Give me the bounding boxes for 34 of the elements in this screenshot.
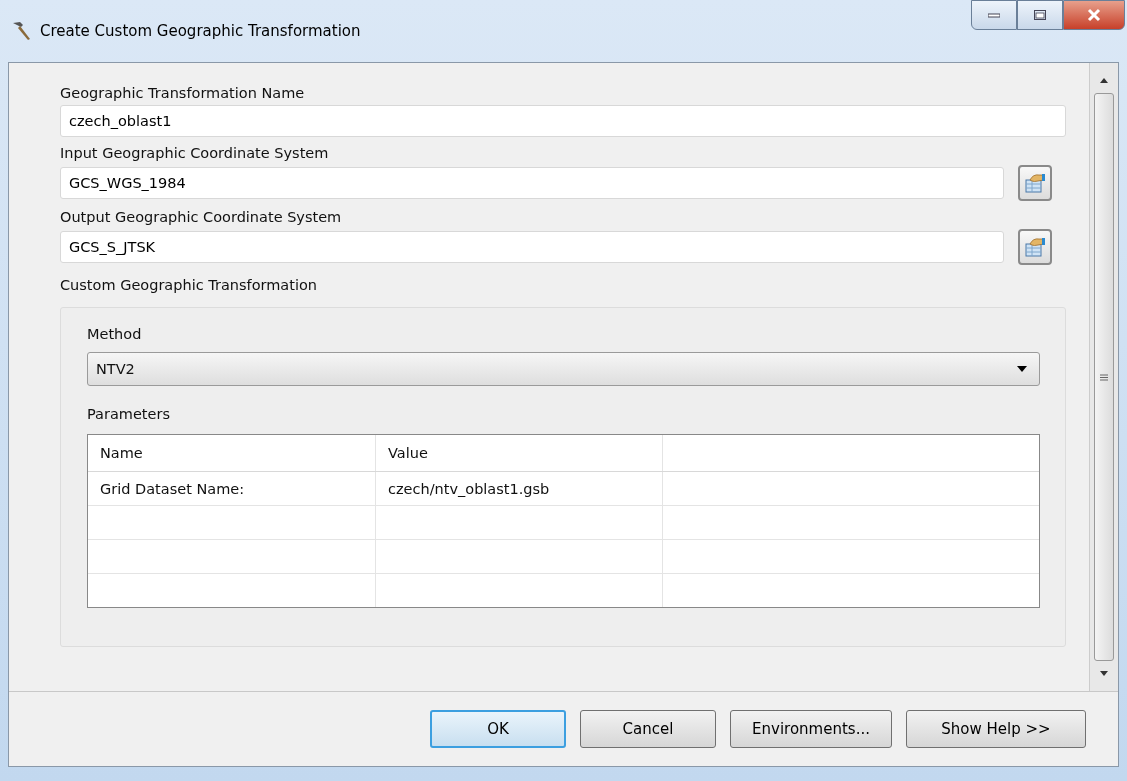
method-label: Method bbox=[87, 325, 143, 344]
column-header: Value bbox=[376, 435, 663, 471]
text-field[interactable]: GCS_WGS_1984 bbox=[60, 167, 1004, 199]
column-header: Name bbox=[88, 435, 376, 471]
field-label: Output Geographic Coordinate System bbox=[60, 208, 343, 227]
section-label: Custom Geographic Transformation bbox=[60, 276, 319, 295]
browse-button[interactable] bbox=[1018, 229, 1052, 265]
maximize-icon bbox=[1034, 10, 1046, 20]
field-label: Geographic Transformation Name bbox=[60, 84, 306, 103]
hand-on-table-icon bbox=[1024, 236, 1046, 258]
dialog-button[interactable]: Show Help >> bbox=[906, 710, 1086, 748]
maximize-button[interactable] bbox=[1017, 0, 1063, 30]
parameters-label: Parameters bbox=[87, 405, 171, 424]
window-title: Create Custom Geographic Transformation bbox=[40, 22, 361, 40]
scroll-down-icon[interactable] bbox=[1099, 671, 1109, 677]
dropdown-arrow-icon bbox=[1017, 366, 1027, 372]
close-button[interactable] bbox=[1063, 0, 1125, 30]
scroll-thumb[interactable] bbox=[1094, 93, 1114, 661]
text-field[interactable]: GCS_S_JTSK bbox=[60, 231, 1004, 263]
dialog-button[interactable]: Environments... bbox=[730, 710, 892, 748]
dialog-button[interactable]: OK bbox=[430, 710, 566, 748]
minimize-icon bbox=[988, 12, 1000, 18]
table-cell: Grid Dataset Name: bbox=[88, 472, 376, 505]
browse-button[interactable] bbox=[1018, 165, 1052, 201]
dialog-button[interactable]: Cancel bbox=[580, 710, 716, 748]
field-label: Input Geographic Coordinate System bbox=[60, 144, 330, 163]
method-dropdown[interactable]: NTV2 bbox=[87, 352, 1040, 386]
hand-on-table-icon bbox=[1024, 172, 1046, 194]
vertical-scrollbar[interactable] bbox=[1089, 63, 1118, 691]
table-cell: czech/ntv_oblast1.gsb bbox=[376, 472, 663, 505]
text-field[interactable]: czech_oblast1 bbox=[60, 105, 1066, 137]
minimize-button[interactable] bbox=[971, 0, 1017, 30]
close-icon bbox=[1086, 8, 1102, 22]
scroll-up-icon[interactable] bbox=[1099, 77, 1109, 83]
